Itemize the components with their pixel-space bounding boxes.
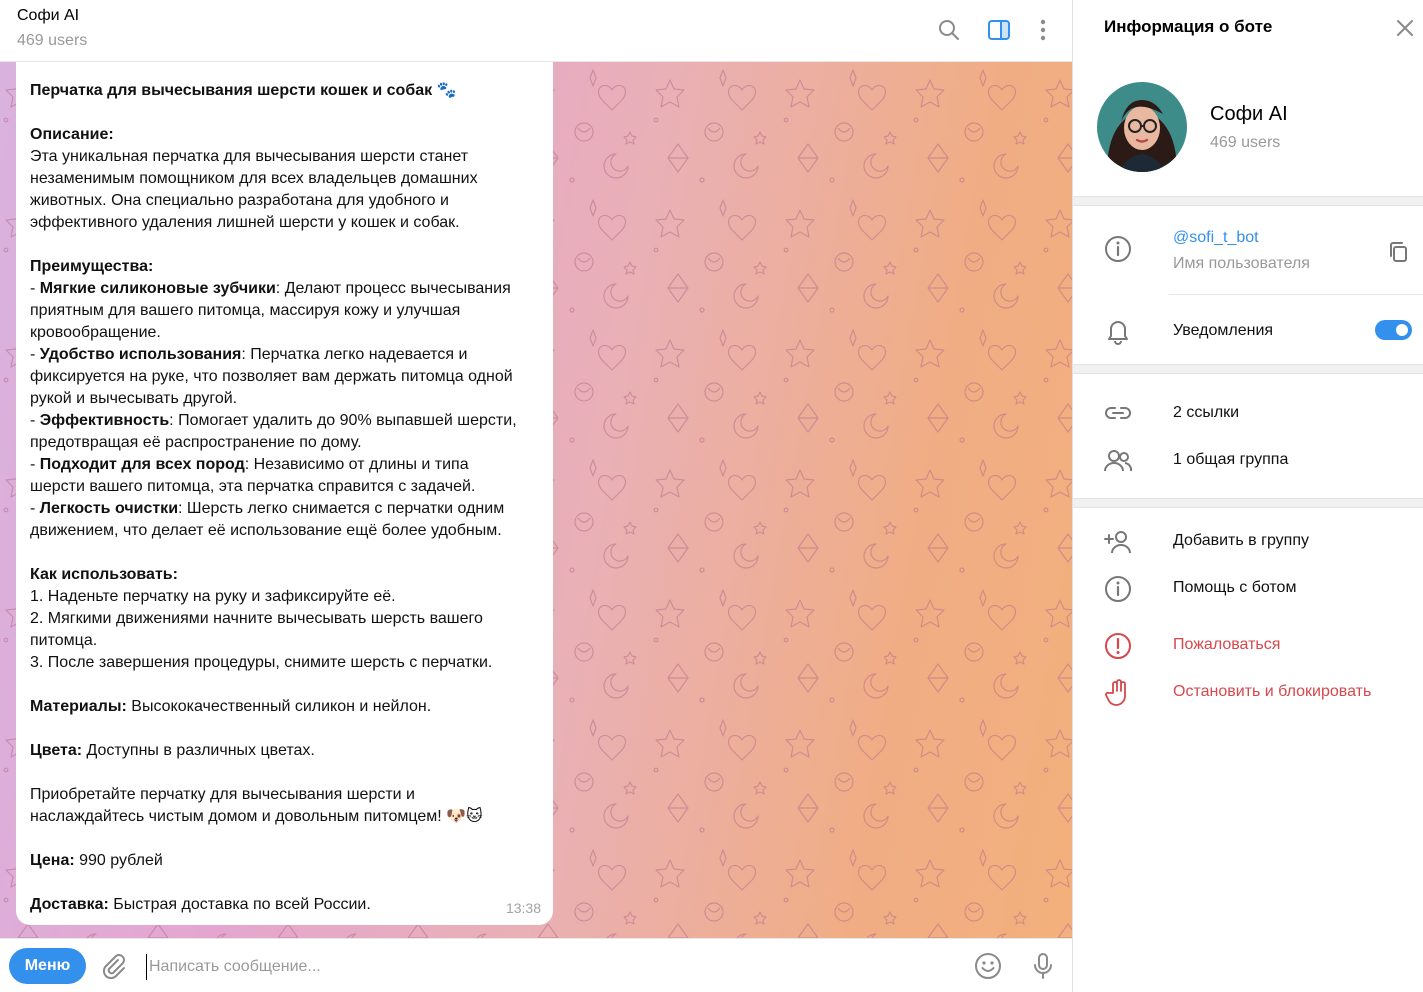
chat-member-count: 469 users	[17, 32, 88, 49]
how-to-line: питомца.	[30, 632, 98, 649]
price-line: Цена: 990 рублей	[30, 852, 163, 869]
description-line: Эта уникальная перчатка для вычесывания …	[30, 148, 469, 165]
how-to-line: 3. После завершения процедуры, снимите ш…	[30, 654, 493, 671]
description-label: Описание:	[30, 126, 114, 143]
notifications-label: Уведомления	[1173, 322, 1274, 339]
avatar[interactable]	[1097, 82, 1187, 172]
advantage-line: кровообращение.	[30, 324, 161, 341]
materials-line: Материалы: Высококачественный силикон и …	[30, 698, 432, 715]
bot-info-panel: Информация о боте Софи AI 469 users @sof…	[1072, 0, 1423, 992]
help-info-icon	[1103, 574, 1133, 604]
profile-name: Софи AI	[1210, 103, 1288, 125]
bot-username[interactable]: @sofi_t_bot	[1173, 229, 1259, 247]
close-icon[interactable]	[1393, 16, 1417, 40]
report-button[interactable]: Пожаловаться	[1173, 636, 1280, 654]
chat-header[interactable]: Софи AI 469 users	[0, 0, 1072, 62]
section-separator	[1073, 498, 1423, 508]
message-bubble[interactable]: Перчатка для вычесывания шерсти кошек и …	[16, 62, 553, 925]
block-hand-icon	[1103, 678, 1133, 708]
how-to-label: Как использовать:	[30, 566, 178, 583]
search-icon[interactable]	[934, 15, 964, 45]
colors-line: Цвета: Доступны в различных цветах.	[30, 742, 315, 759]
mic-icon[interactable]	[1028, 951, 1058, 981]
advantage-line: предотвращая её распространение по дому.	[30, 434, 362, 451]
row-divider	[1169, 294, 1423, 295]
composer: Меню	[0, 938, 1072, 992]
section-separator	[1073, 364, 1423, 374]
more-vert-icon[interactable]	[1028, 15, 1058, 45]
message-input[interactable]	[146, 954, 946, 980]
report-icon	[1103, 631, 1133, 661]
panel-title: Информация о боте	[1104, 17, 1273, 36]
bot-help-button[interactable]: Помощь с ботом	[1173, 579, 1296, 597]
link-icon	[1103, 398, 1133, 428]
advantage-item: - Удобство использования: Перчатка легко…	[30, 346, 468, 363]
how-to-line: 1. Наденьте перчатку на руку и зафиксиру…	[30, 588, 396, 605]
info-icon	[1103, 234, 1133, 264]
description-line: животных. Она специально разработана для…	[30, 192, 449, 209]
attach-icon[interactable]	[98, 951, 128, 981]
copy-icon[interactable]	[1387, 240, 1411, 264]
advantage-line: шерсти вашего питомца, эта перчатка спра…	[30, 478, 476, 495]
description-line: незаменимым помощником для всех владельц…	[30, 170, 478, 187]
advantage-line: рукой и вычесывать другой.	[30, 390, 238, 407]
advantage-item: - Мягкие силиконовые зубчики: Делают про…	[30, 280, 511, 297]
add-to-group-button[interactable]: Добавить в группу	[1173, 532, 1309, 550]
advantages-label: Преимущества:	[30, 258, 154, 275]
bot-menu-button[interactable]: Меню	[9, 948, 86, 984]
bell-icon	[1103, 316, 1133, 346]
advantage-line: приятным для вашего питомца, массируя ко…	[30, 302, 461, 319]
message-time: 13:38	[505, 900, 541, 916]
how-to-line: 2. Мягкими движениями начните вычесывать…	[30, 610, 483, 627]
cta-line: Приобретайте перчатку для вычесывания ше…	[30, 786, 415, 803]
section-separator	[1073, 196, 1423, 206]
emoji-icon[interactable]	[973, 951, 1003, 981]
notifications-toggle[interactable]	[1375, 320, 1412, 340]
delivery-line: Доставка: Быстрая доставка по всей Росси…	[30, 896, 371, 913]
group-icon	[1103, 446, 1133, 476]
advantage-item: - Легкость очистки: Шерсть легко снимает…	[30, 500, 505, 517]
advantage-item: - Подходит для всех пород: Независимо от…	[30, 456, 469, 473]
common-groups[interactable]: 1 общая группа	[1173, 451, 1288, 469]
description-line: эффективного удаления лишней шерсти у ко…	[30, 214, 460, 231]
chat-column: Софи AI 469 users Перчатка для вычесыван…	[0, 0, 1072, 992]
profile-member-count: 469 users	[1210, 134, 1281, 151]
chat-title[interactable]: Софи AI	[17, 7, 79, 25]
advantage-item: - Эффективность: Помогает удалить до 90%…	[30, 412, 517, 429]
sidebar-toggle-icon[interactable]	[984, 15, 1014, 45]
advantage-line: движением, что делает её использование е…	[30, 522, 502, 539]
cta-line: наслаждайтесь чистым домом и довольным п…	[30, 808, 483, 825]
advantage-line: фиксируется на руке, что позволяет вам д…	[30, 368, 513, 385]
add-user-icon	[1103, 527, 1133, 557]
message-title: Перчатка для вычесывания шерсти кошек и …	[30, 82, 457, 99]
stop-and-block-button[interactable]: Остановить и блокировать	[1173, 683, 1371, 701]
shared-links[interactable]: 2 ссылки	[1173, 404, 1239, 422]
username-caption: Имя пользователя	[1173, 255, 1310, 272]
